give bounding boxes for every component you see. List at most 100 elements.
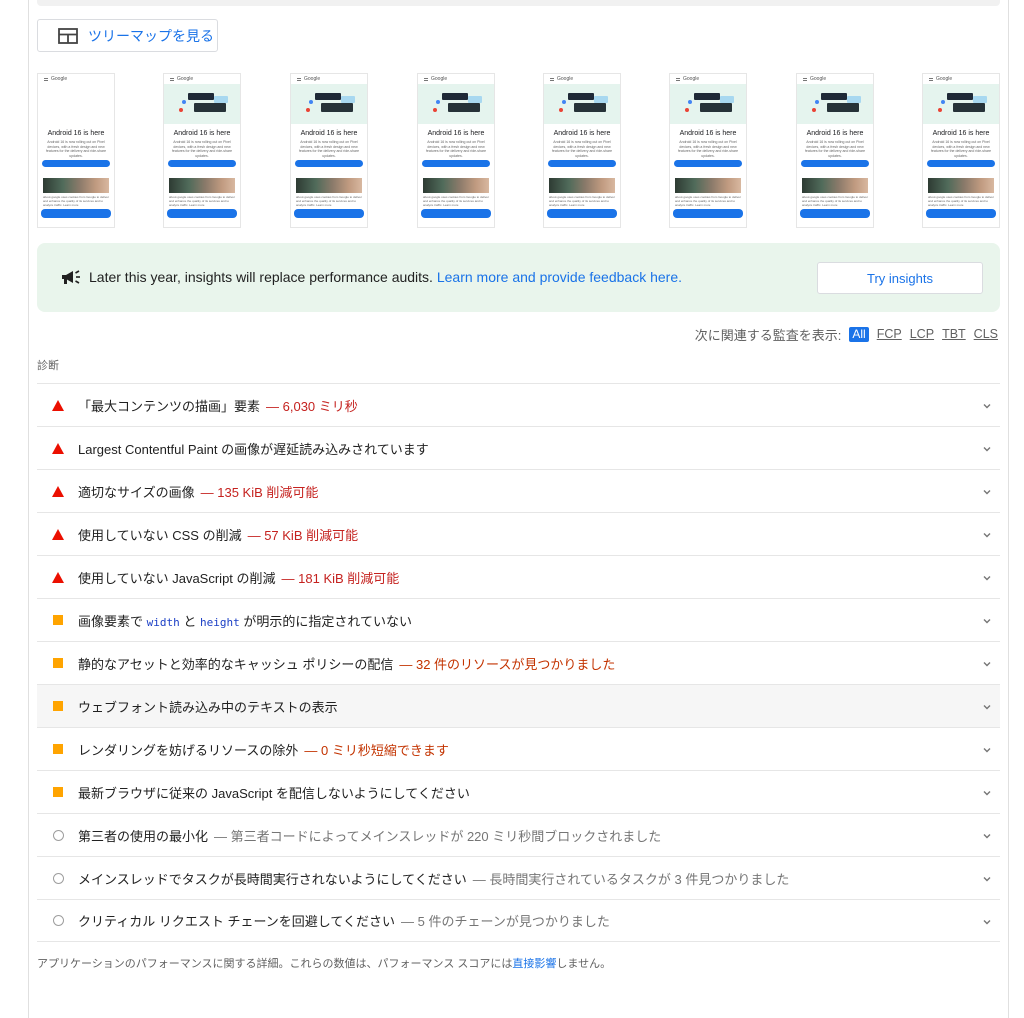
audit-display-value: — 長時間実行されているタスクが 3 件見つかりました <box>472 871 790 887</box>
hero-shape <box>694 93 720 100</box>
frame-hero-image <box>797 84 873 124</box>
chevron-down-icon[interactable] <box>982 442 992 452</box>
frame-body-text: Android 16 is now rolling out on Pixel d… <box>551 140 613 158</box>
hero-shape <box>815 100 819 104</box>
audit-row[interactable]: 使用していない JavaScript の削減 — 181 KiB 削減可能 <box>37 555 1000 598</box>
audit-title: 「最大コンテンツの描画」要素 <box>78 398 261 414</box>
audit-row[interactable]: クリティカル リクエスト チェーンを回避してください — 5 件のチェーンが見つか… <box>37 899 1000 942</box>
average-square-icon <box>52 614 64 626</box>
filter-option-fcp[interactable]: FCP <box>877 327 902 341</box>
frame-cta-button <box>927 160 995 167</box>
audit-display-value: — 5 件のチェーンが見つかりました <box>401 914 610 929</box>
frame-logo: Google <box>304 76 321 82</box>
frame-cta-button <box>295 160 363 167</box>
hero-shape <box>685 108 689 112</box>
frame-hero-image <box>291 84 367 124</box>
filmstrip: Google Android 16 is here Android 16 is no… <box>37 73 1002 228</box>
frame-photo <box>296 178 362 193</box>
frame-title: Android 16 is here <box>300 130 358 137</box>
audit-row[interactable]: Largest Contentful Paint の画像が遅延読み込みされていま… <box>37 426 1000 469</box>
hero-shape <box>827 103 859 112</box>
chevron-down-icon[interactable] <box>982 614 992 624</box>
chevron-down-icon[interactable] <box>982 786 992 796</box>
filmstrip-frame: Google Android 16 is here Android 16 is no… <box>37 73 115 228</box>
frame-cookie-text: about.google uses cookies from Google to… <box>169 195 235 207</box>
top-bar <box>37 0 1000 6</box>
frame-hero-image <box>923 84 999 124</box>
chevron-down-icon[interactable] <box>982 571 992 581</box>
frame-header: Google <box>544 74 620 84</box>
audit-code-width: width <box>146 615 180 629</box>
audit-row[interactable]: 使用していない CSS の削減 — 57 KiB 削減可能 <box>37 512 1000 555</box>
frame-header: Google <box>923 74 999 84</box>
frame-body-text: Android 16 is now rolling out on Pixel d… <box>804 140 866 158</box>
audit-row[interactable]: 「最大コンテンツの描画」要素 — 6,030 ミリ秒 <box>37 383 1000 426</box>
chevron-down-icon[interactable] <box>982 872 992 882</box>
chevron-down-icon[interactable] <box>982 743 992 753</box>
average-square-icon <box>52 743 64 755</box>
audit-row[interactable]: レンダリングを妨げるリソースの除外 — 0 ミリ秒短縮できます <box>37 727 1000 770</box>
audit-display-value: — 6,030 ミリ秒 <box>266 398 358 414</box>
audit-row[interactable]: 適切なサイズの画像 — 135 KiB 削減可能 <box>37 469 1000 512</box>
audit-display-value: — 0 ミリ秒短縮できます <box>304 742 449 758</box>
view-treemap-button[interactable]: ツリーマップを見る <box>37 19 218 52</box>
menu-icon <box>676 77 680 81</box>
fail-triangle-icon <box>52 528 64 540</box>
frame-ok-button <box>800 209 870 218</box>
chevron-down-icon[interactable] <box>982 700 992 710</box>
frame-title: Android 16 is here <box>553 130 611 137</box>
audit-title: 画像要素で width と height が明示的に指定されていない <box>78 611 412 630</box>
hero-shape <box>821 93 847 100</box>
frame-body-text: Android 16 is now rolling out on Pixel d… <box>425 140 487 158</box>
audit-title: 最新ブラウザに従来の JavaScript を配信しないようにしてください <box>78 785 470 801</box>
filter-option-cls[interactable]: CLS <box>974 327 998 341</box>
audit-display-value: — 第三者コードによってメインスレッドが 220 ミリ秒間ブロックされました <box>214 828 662 844</box>
insights-learn-more-link[interactable]: Learn more and provide feedback here. <box>437 269 682 285</box>
chevron-down-icon[interactable] <box>982 399 992 409</box>
hero-shape <box>468 96 482 103</box>
filmstrip-frame: Google Android 16 is here Android 16 is no… <box>922 73 1000 228</box>
filter-option-tbt[interactable]: TBT <box>942 327 966 341</box>
frame-photo <box>675 178 741 193</box>
audit-row[interactable]: 画像要素で width と height が明示的に指定されていない <box>37 598 1000 641</box>
try-insights-button[interactable]: Try insights <box>817 262 983 294</box>
audit-title-part: と <box>183 613 197 629</box>
frame-photo <box>169 178 235 193</box>
frame-logo: Google <box>936 76 953 82</box>
filter-option-lcp[interactable]: LCP <box>910 327 934 341</box>
frame-logo: Google <box>683 76 700 82</box>
info-circle-icon <box>52 915 64 927</box>
hero-shape <box>442 93 468 100</box>
frame-logo: Google <box>177 76 194 82</box>
frame-cookie-text: about.google uses cookies from Google to… <box>549 195 615 207</box>
audit-title: Largest Contentful Paint の画像が遅延読み込みされていま… <box>78 441 429 457</box>
hero-shape <box>188 93 214 100</box>
insights-banner: Later this year, insights will replace p… <box>37 243 1000 312</box>
audit-row[interactable]: メインスレッドでタスクが長時間実行されないようにしてください — 長時間実行されて… <box>37 856 1000 899</box>
frame-header: Google <box>797 74 873 84</box>
frame-hero-image <box>670 84 746 124</box>
hero-shape <box>433 108 437 112</box>
hero-shape <box>448 103 480 112</box>
chevron-down-icon[interactable] <box>982 528 992 538</box>
chevron-down-icon[interactable] <box>982 485 992 495</box>
hero-shape <box>812 108 816 112</box>
audit-title-part: 画像要素で <box>78 613 144 629</box>
chevron-down-icon[interactable] <box>982 915 992 925</box>
info-circle-icon <box>52 829 64 841</box>
chevron-down-icon[interactable] <box>982 657 992 667</box>
filter-option-all[interactable]: All <box>849 326 869 342</box>
hero-shape <box>179 108 183 112</box>
audit-row[interactable]: ウェブフォント読み込み中のテキストの表示 <box>37 684 1000 727</box>
chevron-down-icon[interactable] <box>982 829 992 839</box>
audit-row[interactable]: 静的なアセットと効率的なキャッシュ ポリシーの配信 — 32 件のリソースが見つか… <box>37 641 1000 684</box>
audit-row[interactable]: 最新ブラウザに従来の JavaScript を配信しないようにしてください <box>37 770 1000 813</box>
footnote-link[interactable]: 直接影響 <box>512 958 556 970</box>
filmstrip-frame: Google Android 16 is here Android 16 is no… <box>543 73 621 228</box>
audit-row[interactable]: 第三者の使用の最小化 — 第三者コードによってメインスレッドが 220 ミリ秒間ブ… <box>37 813 1000 856</box>
hero-shape <box>568 93 594 100</box>
audit-display-value: — 135 KiB 削減可能 <box>200 484 319 500</box>
frame-photo <box>43 178 109 193</box>
footnote-post: しません。 <box>556 958 612 970</box>
hero-shape <box>214 96 228 103</box>
